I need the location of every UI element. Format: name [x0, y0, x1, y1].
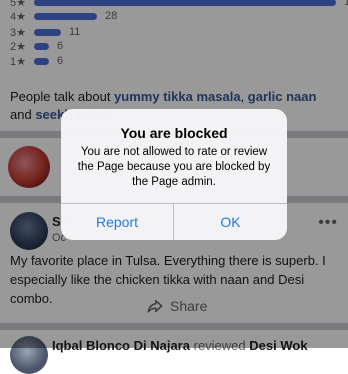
dialog-title: You are blocked [120, 125, 228, 141]
ok-button[interactable]: OK [174, 204, 287, 240]
report-button[interactable]: Report [61, 204, 173, 240]
dialog-message: You are not allowed to rate or review th… [77, 146, 271, 188]
blocked-alert-dialog: You are blocked You are not allowed to r… [61, 109, 287, 240]
